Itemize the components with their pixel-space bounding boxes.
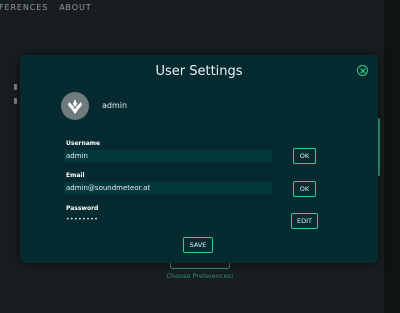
email-label: Email <box>66 172 85 179</box>
background-marks <box>14 84 18 110</box>
username-input[interactable] <box>64 150 272 162</box>
top-navigation: FERENCES ABOUT <box>0 0 92 14</box>
email-ok-button[interactable]: OK <box>293 181 316 197</box>
email-input[interactable] <box>64 182 272 194</box>
user-name: admin <box>102 101 128 110</box>
close-icon[interactable] <box>357 65 368 76</box>
password-value: •••••••• <box>66 216 99 223</box>
modal-title: User Settings <box>155 64 243 79</box>
background-right-panel <box>384 0 400 313</box>
choose-preferences-link[interactable]: Choose Preferences! <box>0 272 400 280</box>
username-label: Username <box>66 140 101 147</box>
username-ok-button[interactable]: OK <box>293 148 316 164</box>
nav-item-about[interactable]: ABOUT <box>59 3 91 12</box>
user-settings-modal: User Settings admin Username OK Email OK… <box>20 55 378 263</box>
avatar <box>61 92 89 120</box>
nav-item-preferences[interactable]: FERENCES <box>0 3 48 12</box>
password-label: Password <box>66 205 99 212</box>
password-edit-button[interactable]: EDIT <box>291 213 318 229</box>
app-page: FERENCES ABOUT Choose Preferences! User … <box>0 0 400 313</box>
save-button[interactable]: SAVE <box>183 237 213 253</box>
user-logo-icon <box>68 99 82 114</box>
